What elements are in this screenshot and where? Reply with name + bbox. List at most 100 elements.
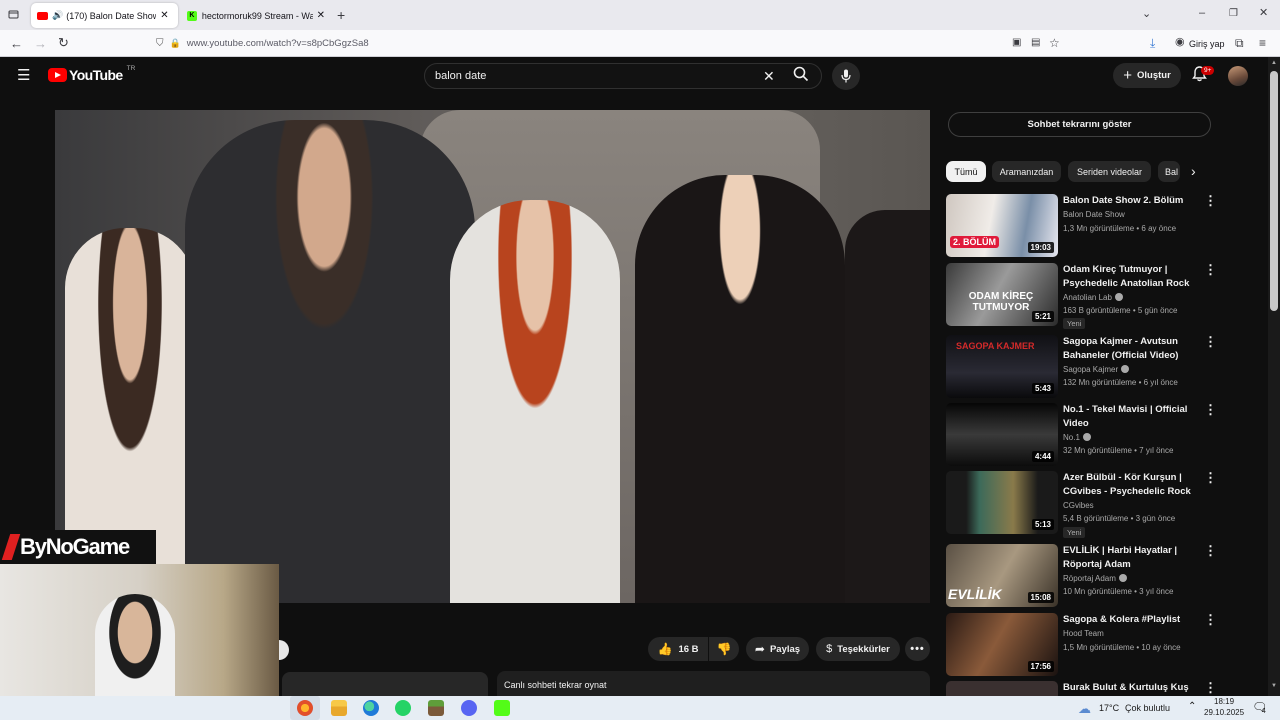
more-vertical-icon[interactable]: ⋮ bbox=[1204, 471, 1217, 484]
video-title[interactable]: Azer Bülbül - Kör Kurşun | CGvibes - Psy… bbox=[1063, 471, 1193, 498]
video-title[interactable]: Balon Date Show 2. Bölüm bbox=[1063, 194, 1193, 208]
extensions-icon[interactable]: ⧉ bbox=[1235, 37, 1244, 49]
whatsapp-icon[interactable] bbox=[395, 700, 411, 716]
scroll-up-icon[interactable]: ▲ bbox=[1271, 60, 1277, 66]
description-box[interactable] bbox=[282, 672, 488, 696]
discord-icon[interactable] bbox=[461, 700, 477, 716]
weather-text[interactable]: Çok bulutlu bbox=[1125, 703, 1170, 713]
kick-app-icon[interactable] bbox=[494, 700, 510, 716]
signin-label[interactable]: Giriş yap bbox=[1189, 39, 1225, 49]
list-item[interactable]: 2. BÖLÜM 19:03 Balon Date Show 2. Bölüm … bbox=[946, 194, 1266, 258]
shield-icon[interactable]: ⛉ bbox=[156, 38, 164, 49]
video-title[interactable]: Odam Kireç Tutmuyor | Psychedelic Anatol… bbox=[1063, 263, 1193, 290]
new-tab-icon[interactable]: + bbox=[337, 8, 345, 22]
dislike-button[interactable]: 👎 bbox=[709, 637, 739, 661]
share-button[interactable]: ➦ Paylaş bbox=[746, 637, 809, 661]
more-vertical-icon[interactable]: ⋮ bbox=[1204, 681, 1217, 694]
minimize-icon[interactable]: – bbox=[1199, 8, 1205, 19]
close-tab-icon[interactable]: ✕ bbox=[160, 10, 168, 21]
list-item[interactable]: 5:13 Azer Bülbül - Kör Kurşun | CGvibes … bbox=[946, 471, 1266, 538]
chip-next-chevron-icon[interactable]: › bbox=[1191, 163, 1196, 179]
video-thumbnail[interactable]: 2. BÖLÜM 19:03 bbox=[946, 194, 1058, 257]
hamburger-menu-icon[interactable]: ☰ bbox=[17, 68, 30, 83]
firefox-icon[interactable] bbox=[297, 700, 313, 716]
video-thumbnail[interactable]: 5:13 bbox=[946, 471, 1058, 534]
channel-name[interactable]: Hood Team bbox=[1063, 629, 1104, 638]
tab-kick[interactable]: K hectormoruk99 Stream - Watch ✕ bbox=[181, 3, 331, 28]
reader-view-icon[interactable]: ▤ bbox=[1031, 38, 1040, 48]
address-bar[interactable]: ⛉ 🔒 www.youtube.com/watch?v=s8pCbGgzSa8 bbox=[156, 33, 1066, 54]
video-thumbnail[interactable]: SAGOPA KAJMER 5:43 bbox=[946, 335, 1058, 398]
channel-name[interactable]: Sagopa Kajmer bbox=[1063, 365, 1130, 374]
url-text[interactable]: www.youtube.com/watch?v=s8pCbGgzSa8 bbox=[187, 38, 369, 49]
avatar[interactable] bbox=[1228, 66, 1248, 86]
video-player[interactable] bbox=[55, 110, 930, 603]
tab-youtube[interactable]: 🔊 (170) Balon Date Show 1. B ✕ bbox=[31, 3, 178, 28]
clock-time[interactable]: 18:19 bbox=[1214, 697, 1234, 706]
back-icon[interactable]: ← bbox=[10, 37, 23, 50]
chip-from-search[interactable]: Aramanızdan bbox=[992, 161, 1061, 182]
youtube-logo[interactable]: YouTube TR bbox=[48, 65, 135, 83]
speaker-icon[interactable]: 🔊 bbox=[52, 10, 63, 21]
tab-list-icon[interactable] bbox=[8, 9, 19, 23]
clock-date[interactable]: 29.10.2025 bbox=[1204, 708, 1244, 717]
list-item[interactable]: 17:56 Sagopa & Kolera #Playlist Hood Tea… bbox=[946, 613, 1266, 677]
menu-icon[interactable]: ≡ bbox=[1259, 37, 1266, 49]
create-button[interactable]: + Oluştur bbox=[1113, 63, 1181, 88]
like-button[interactable]: 👍 16 B bbox=[648, 637, 708, 661]
more-actions-button[interactable]: ••• bbox=[905, 637, 930, 661]
more-vertical-icon[interactable]: ⋮ bbox=[1204, 403, 1217, 416]
scroll-handle[interactable] bbox=[279, 640, 289, 660]
forward-icon[interactable]: → bbox=[34, 37, 47, 50]
video-title[interactable]: Sagopa & Kolera #Playlist bbox=[1063, 613, 1193, 627]
more-vertical-icon[interactable]: ⋮ bbox=[1204, 335, 1217, 348]
show-chat-replay-button[interactable]: Sohbet tekrarını göster bbox=[948, 112, 1211, 137]
video-title[interactable]: EVLİLİK | Harbi Hayatlar | Röportaj Adam bbox=[1063, 544, 1193, 571]
restore-icon[interactable]: ❐ bbox=[1229, 9, 1238, 19]
list-item[interactable]: SAGOPA KAJMER 5:43 Sagopa Kajmer - Avuts… bbox=[946, 335, 1266, 399]
scrollbar-thumb[interactable] bbox=[1270, 71, 1278, 311]
search-icon[interactable] bbox=[793, 66, 809, 87]
search-input[interactable]: balon date bbox=[435, 70, 486, 82]
search-box[interactable]: balon date ✕ bbox=[424, 63, 822, 89]
chip-partial[interactable]: Bal bbox=[1158, 161, 1180, 182]
video-title[interactable]: Burak Bulut & Kurtuluş Kuş - bbox=[1063, 681, 1193, 696]
more-vertical-icon[interactable]: ⋮ bbox=[1204, 613, 1217, 626]
video-thumbnail[interactable]: EVLİLİK 15:08 bbox=[946, 544, 1058, 607]
video-title[interactable]: No.1 - Tekel Mavisi | Official Video bbox=[1063, 403, 1193, 430]
chevron-down-icon[interactable]: ⌄ bbox=[1142, 9, 1151, 20]
channel-name[interactable]: Röportaj Adam bbox=[1063, 574, 1127, 583]
picture-in-picture-icon[interactable]: ▣ bbox=[1012, 38, 1021, 48]
file-explorer-icon[interactable] bbox=[331, 700, 347, 716]
chip-from-series[interactable]: Seriden videolar bbox=[1068, 161, 1151, 182]
channel-name[interactable]: Balon Date Show bbox=[1063, 210, 1125, 219]
list-item[interactable]: ODAM KİREÇ TUTMUYOR 5:21 Odam Kireç Tutm… bbox=[946, 263, 1266, 329]
more-vertical-icon[interactable]: ⋮ bbox=[1204, 194, 1217, 207]
more-vertical-icon[interactable]: ⋮ bbox=[1204, 263, 1217, 276]
chip-all[interactable]: Tümü bbox=[946, 161, 986, 182]
list-item[interactable]: EVLİLİK 15:08 EVLİLİK | Harbi Hayatlar |… bbox=[946, 544, 1266, 608]
scroll-down-icon[interactable]: ▼ bbox=[1271, 683, 1277, 689]
video-thumbnail[interactable] bbox=[946, 681, 1058, 696]
cloud-icon[interactable]: ☁ bbox=[1078, 701, 1091, 717]
voice-search-button[interactable] bbox=[832, 62, 860, 90]
channel-name[interactable]: CGvibes bbox=[1063, 501, 1094, 510]
reload-icon[interactable]: ↻ bbox=[58, 36, 69, 49]
video-thumbnail[interactable]: 4:44 bbox=[946, 403, 1058, 466]
channel-name[interactable]: No.1 bbox=[1063, 433, 1091, 442]
live-chat-replay-box[interactable]: Canlı sohbeti tekrar oynat bbox=[497, 671, 930, 696]
list-item[interactable]: 4:44 No.1 - Tekel Mavisi | Official Vide… bbox=[946, 403, 1266, 467]
tray-chevron-up-icon[interactable]: ⌃ bbox=[1188, 701, 1196, 712]
video-thumbnail[interactable]: ODAM KİREÇ TUTMUYOR 5:21 bbox=[946, 263, 1058, 326]
minecraft-icon[interactable] bbox=[428, 700, 444, 716]
thanks-button[interactable]: $ Teşekkürler bbox=[816, 637, 900, 661]
close-window-icon[interactable]: ✕ bbox=[1259, 8, 1268, 19]
channel-name[interactable]: Anatolian Lab bbox=[1063, 293, 1123, 302]
page-scrollbar[interactable]: ▲ ▼ bbox=[1268, 57, 1280, 696]
edge-icon[interactable] bbox=[363, 700, 379, 716]
clear-search-icon[interactable]: ✕ bbox=[763, 68, 775, 85]
download-icon[interactable]: ⤓ bbox=[1150, 37, 1155, 49]
video-thumbnail[interactable]: 17:56 bbox=[946, 613, 1058, 676]
account-icon[interactable]: ◉ bbox=[1175, 37, 1185, 48]
video-title[interactable]: Sagopa Kajmer - Avutsun Bahaneler (Offic… bbox=[1063, 335, 1193, 362]
